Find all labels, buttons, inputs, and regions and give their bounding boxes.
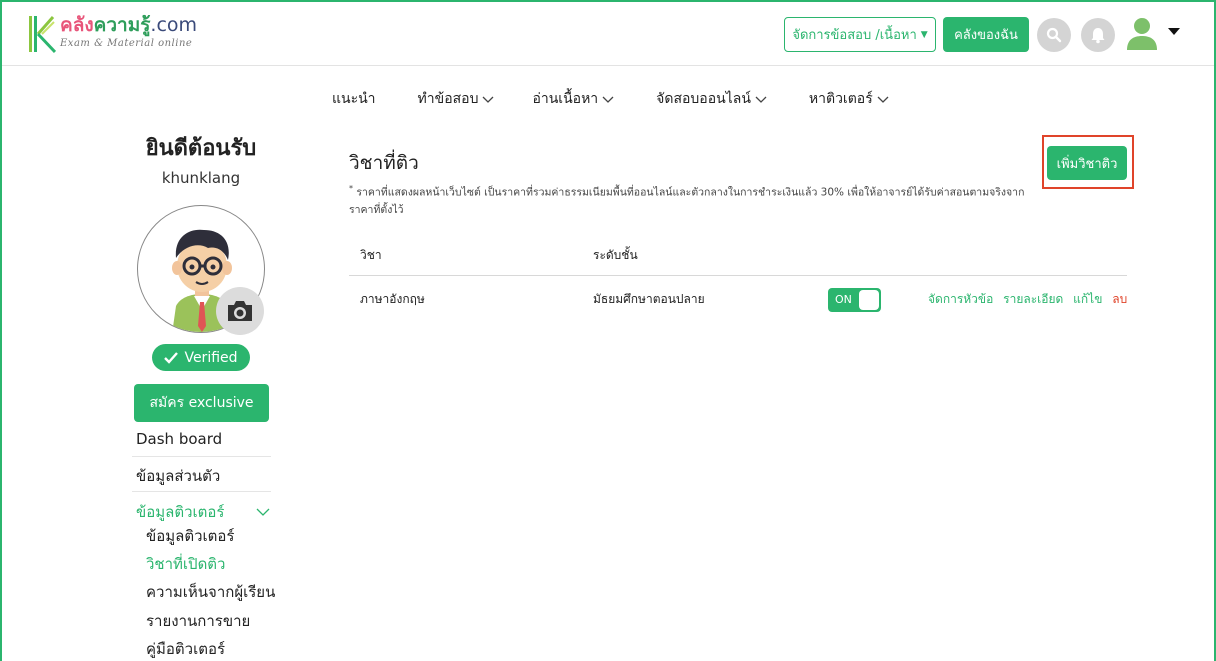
page-title: วิชาที่ติว	[349, 152, 419, 174]
sidebar-subitem-tutor-profile[interactable]: ข้อมูลติวเตอร์	[146, 524, 234, 548]
details-link[interactable]: รายละเอียด	[1003, 292, 1063, 306]
my-library-button[interactable]: คลังของฉัน	[943, 17, 1029, 52]
chevron-down-icon	[877, 96, 889, 103]
cell-level: มัธยมศึกษาตอนปลาย	[593, 292, 705, 306]
toggle-knob	[859, 290, 879, 310]
manage-content-label: จัดการข้อสอบ /เนื้อหา	[792, 28, 917, 43]
change-photo-button[interactable]	[216, 287, 264, 335]
divider	[132, 456, 271, 457]
chevron-down-icon	[755, 96, 767, 103]
check-icon	[164, 351, 179, 364]
exclusive-signup-button[interactable]: สมัคร exclusive	[134, 384, 269, 422]
sidebar-item-personal-info[interactable]: ข้อมูลส่วนตัว	[136, 464, 271, 488]
nav-item-online-exam[interactable]: จัดสอบออนไลน์	[656, 88, 767, 110]
username: khunklang	[161, 169, 241, 187]
search-icon	[1046, 27, 1062, 43]
row-actions: จัดการหัวข้อ รายละเอียด แก้ไข ลบ	[928, 290, 1127, 309]
chevron-down-icon[interactable]	[256, 506, 270, 518]
sidebar-item-dashboard[interactable]: Dash board	[136, 430, 271, 448]
active-toggle[interactable]: ON	[828, 288, 881, 312]
manage-content-dropdown[interactable]: จัดการข้อสอบ /เนื้อหา ▼	[784, 17, 936, 52]
user-icon[interactable]	[1125, 16, 1159, 52]
divider	[349, 275, 1127, 276]
nav-item-find-tutor[interactable]: หาติวเตอร์	[809, 88, 889, 110]
sidebar-subitem-sales-report[interactable]: รายงานการขาย	[146, 609, 250, 633]
logo-k-icon	[29, 16, 56, 54]
site-logo[interactable]: คลังความรู้.com Exam & Material online	[28, 14, 197, 54]
price-note: * ราคาที่แสดงผลหน้าเว็บไซต์ เป็นราคาที่ร…	[349, 184, 1025, 216]
add-course-button[interactable]: เพิ่มวิชาติว	[1047, 146, 1127, 180]
nav-item-exams[interactable]: ทำข้อสอบ	[418, 88, 495, 110]
manage-topics-link[interactable]: จัดการหัวข้อ	[928, 292, 993, 306]
logo-title: คลังความรู้.com	[60, 14, 198, 36]
logo-subtitle: Exam & Material online	[60, 38, 193, 49]
chevron-down-icon	[483, 96, 494, 103]
verified-badge: Verified	[152, 344, 250, 371]
column-header-level: ระดับชั้น	[593, 248, 638, 262]
header: คลังความรู้.com Exam & Material online จ…	[2, 2, 1214, 66]
sidebar-subitem-tutor-guide[interactable]: คู่มือติวเตอร์	[146, 637, 225, 661]
notification-button[interactable]	[1081, 18, 1115, 52]
sidebar-subitem-open-courses[interactable]: วิชาที่เปิดติว	[146, 552, 225, 576]
caret-down-icon: ▼	[920, 29, 928, 40]
edit-link[interactable]: แก้ไข	[1073, 292, 1102, 306]
search-button[interactable]	[1037, 18, 1071, 52]
main-nav: แนะนำ ทำข้อสอบ อ่านเนื้อหา จัดสอบออนไลน์…	[332, 88, 889, 110]
caret-down-icon[interactable]	[1168, 28, 1180, 35]
nav-item-read[interactable]: อ่านเนื้อหา	[532, 88, 614, 110]
cell-subject: ภาษาอังกฤษ	[360, 292, 425, 306]
delete-link[interactable]: ลบ	[1112, 292, 1127, 306]
chevron-down-icon	[602, 96, 614, 103]
camera-icon	[228, 301, 252, 321]
sidebar-item-tutor-info[interactable]: ข้อมูลติวเตอร์	[136, 500, 271, 524]
sidebar-subitem-reviews[interactable]: ความเห็นจากผู้เรียน	[146, 580, 275, 604]
bell-icon	[1091, 28, 1105, 44]
divider	[132, 491, 271, 492]
nav-item-intro[interactable]: แนะนำ	[332, 88, 376, 110]
column-header-subject: วิชา	[360, 248, 382, 262]
welcome-heading: ยินดีต้อนรับ	[145, 136, 257, 161]
